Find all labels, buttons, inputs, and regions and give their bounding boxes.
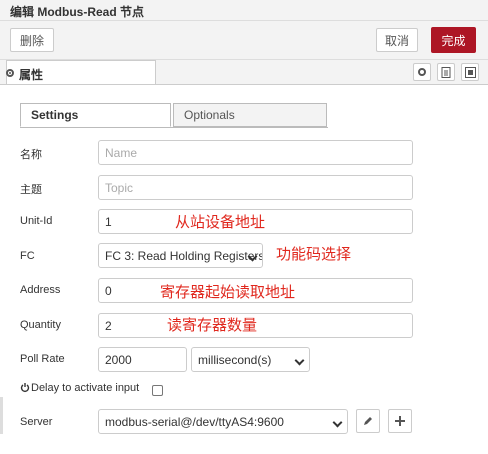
subtab-bar: Settings Optionals xyxy=(20,103,328,128)
address-label: Address xyxy=(20,284,61,296)
settings-tab-button[interactable] xyxy=(413,63,431,81)
add-server-button[interactable] xyxy=(388,409,412,433)
topic-label: 主题 xyxy=(20,184,42,196)
edit-server-button[interactable] xyxy=(356,409,380,433)
delay-label: Delay to activate input xyxy=(31,382,140,394)
tab-strip: 属性 xyxy=(0,60,488,85)
power-icon xyxy=(20,383,30,393)
fc-value: FC 3: Read Holding Registers xyxy=(105,248,263,263)
plus-icon xyxy=(395,416,405,426)
name-placeholder: Name xyxy=(105,145,138,160)
fc-label: FC xyxy=(20,250,35,262)
description-icon xyxy=(441,66,451,78)
tab-settings[interactable]: Settings xyxy=(20,103,171,127)
delay-checkbox[interactable] xyxy=(152,385,163,396)
delete-button[interactable]: 删除 xyxy=(10,28,54,52)
appearance-tab-button[interactable] xyxy=(461,63,479,81)
unit-id-annotation: 从站设备地址 xyxy=(175,213,266,231)
quantity-label: Quantity xyxy=(20,319,61,331)
window-title: 编辑 Modbus-Read 节点 xyxy=(10,5,144,19)
left-divider xyxy=(0,397,3,434)
topic-field[interactable]: Topic xyxy=(98,175,413,200)
done-button[interactable]: 完成 xyxy=(431,27,476,53)
title-bar: 编辑 Modbus-Read 节点 xyxy=(0,0,488,21)
appearance-icon xyxy=(464,66,476,78)
poll-rate-field[interactable]: 2000 xyxy=(98,347,187,372)
address-annotation: 寄存器起始读取地址 xyxy=(160,283,296,301)
fc-select[interactable]: FC 3: Read Holding Registers xyxy=(98,243,263,268)
fc-annotation: 功能码选择 xyxy=(276,245,352,263)
pencil-icon xyxy=(364,417,372,425)
tab-optionals[interactable]: Optionals xyxy=(173,103,327,127)
server-label: Server xyxy=(20,416,53,428)
tab-properties-label: 属性 xyxy=(19,68,44,82)
description-tab-button[interactable] xyxy=(437,63,455,81)
tab-optionals-label: Optionals xyxy=(184,108,235,122)
quantity-annotation: 读寄存器数量 xyxy=(167,316,258,334)
tab-settings-label: Settings xyxy=(31,108,79,122)
cancel-button[interactable]: 取消 xyxy=(376,28,418,52)
server-value: modbus-serial@/dev/ttyAS4:9600 xyxy=(105,414,284,429)
poll-rate-label: Poll Rate xyxy=(20,353,65,365)
server-select[interactable]: modbus-serial@/dev/ttyAS4:9600 xyxy=(98,409,348,434)
address-value: 0 xyxy=(105,283,112,298)
unit-id-value: 1 xyxy=(105,214,112,229)
poll-rate-value: 2000 xyxy=(105,352,132,367)
poll-rate-unit-select[interactable]: millisecond(s) xyxy=(191,347,310,372)
tab-properties[interactable]: 属性 xyxy=(6,60,156,84)
toolbar: 删除 取消 完成 xyxy=(0,21,488,60)
poll-rate-unit-value: millisecond(s) xyxy=(198,352,272,367)
quantity-value: 2 xyxy=(105,318,112,333)
name-field[interactable]: Name xyxy=(98,140,413,165)
name-label: 名称 xyxy=(20,149,42,161)
unit-id-label: Unit-Id xyxy=(20,215,53,227)
topic-placeholder: Topic xyxy=(105,180,134,195)
gear-icon xyxy=(418,68,426,76)
gear-icon xyxy=(6,69,14,77)
